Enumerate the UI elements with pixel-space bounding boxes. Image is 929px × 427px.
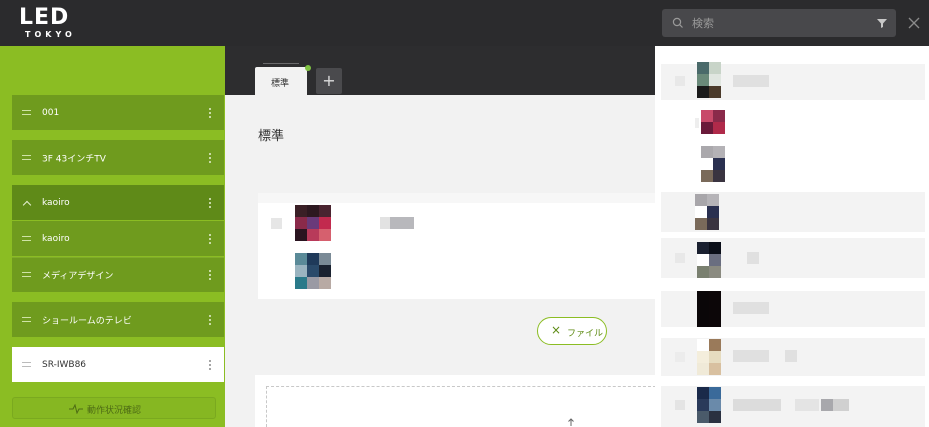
- sidebar: 001 3F 43インチTV kaoiro kaoiro メディアデザイン ショ…: [0, 46, 225, 427]
- add-tab-button[interactable]: +: [316, 68, 342, 94]
- sidebar-item-label: kaoiro: [42, 233, 70, 244]
- item-checkbox[interactable]: [695, 118, 699, 128]
- blurred-text: [390, 217, 414, 229]
- more-options-icon[interactable]: [209, 233, 212, 245]
- sidebar-item-label: 001: [42, 107, 60, 118]
- more-options-icon[interactable]: [209, 359, 212, 371]
- sidebar-item-kaoiro[interactable]: kaoiro: [12, 221, 224, 256]
- item-thumbnail: [697, 62, 721, 98]
- blurred-text: [733, 75, 769, 87]
- sidebar-item-label: メディアデザイン: [42, 271, 114, 282]
- sidebar-item-001[interactable]: 001: [12, 95, 224, 130]
- blurred-text: [733, 350, 769, 362]
- list-item[interactable]: [661, 386, 925, 427]
- logo-text-led: LED: [19, 5, 70, 30]
- upload-drop-zone[interactable]: [266, 386, 656, 427]
- close-icon[interactable]: [905, 14, 923, 32]
- tab-bar: 標準 +: [225, 46, 655, 95]
- file-button-label: ファイル: [567, 329, 604, 339]
- list-item[interactable]: [661, 192, 925, 232]
- blurred-text: [380, 217, 390, 229]
- blurred-text: [795, 399, 819, 411]
- tab-standard[interactable]: 標準: [255, 67, 307, 95]
- item-thumbnail: [697, 291, 721, 327]
- item-thumbnail: [701, 146, 725, 182]
- list-item[interactable]: [661, 62, 925, 100]
- list-item[interactable]: [661, 238, 925, 278]
- item-checkbox[interactable]: [675, 253, 685, 263]
- row-checkbox[interactable]: [271, 218, 282, 229]
- item-thumbnail: [697, 339, 721, 375]
- search-icon: [672, 17, 683, 28]
- more-options-icon[interactable]: [209, 152, 212, 164]
- more-options-icon[interactable]: [209, 197, 212, 209]
- sidebar-item-showroom-tv[interactable]: ショールームのテレビ: [12, 302, 224, 337]
- list-item[interactable]: [661, 291, 925, 327]
- blurred-text: [785, 350, 797, 362]
- tab-status-dot: [305, 65, 311, 71]
- blurred-text: [733, 399, 781, 411]
- page-title: 標準: [258, 129, 285, 144]
- drag-handle-icon[interactable]: [22, 109, 31, 115]
- logo-text-tokyo: TOKYO: [25, 30, 76, 39]
- led-tokyo-logo[interactable]: LED TOKYO: [18, 6, 78, 40]
- list-item[interactable]: [661, 104, 925, 142]
- sidebar-item-media-design[interactable]: メディアデザイン: [12, 257, 224, 292]
- main-content: 標準 × ファイル: [225, 95, 658, 427]
- item-thumbnail: [697, 387, 721, 423]
- sidebar-item-label: kaoiro: [42, 197, 70, 208]
- item-checkbox[interactable]: [675, 352, 685, 362]
- content-thumbnail[interactable]: [295, 205, 331, 241]
- item-thumbnail: [701, 110, 725, 146]
- sidebar-item-sr-iwb86[interactable]: SR-IWB86: [12, 347, 224, 382]
- item-thumbnail: [695, 194, 719, 230]
- list-item[interactable]: [661, 144, 925, 184]
- upload-arrow-icon: [568, 418, 574, 426]
- close-icon: ×: [551, 323, 562, 337]
- tab-label: 標準: [271, 79, 290, 89]
- drag-handle-icon[interactable]: [22, 316, 31, 322]
- status-check-label: 動作状況確認: [87, 406, 142, 416]
- filter-icon[interactable]: [876, 17, 888, 29]
- blurred-text: [833, 399, 849, 411]
- search-box: [662, 9, 896, 37]
- search-results-panel: [655, 46, 929, 427]
- more-options-icon[interactable]: [209, 107, 212, 119]
- list-item[interactable]: [661, 338, 925, 376]
- blurred-text: [733, 302, 769, 314]
- item-checkbox[interactable]: [675, 76, 685, 86]
- more-options-icon[interactable]: [209, 314, 212, 326]
- tab-indicator-line: [263, 63, 299, 64]
- blurred-text: [747, 252, 759, 264]
- more-options-icon[interactable]: [209, 270, 212, 281]
- file-button[interactable]: × ファイル: [537, 317, 607, 345]
- drag-handle-icon[interactable]: [22, 235, 31, 241]
- sidebar-group-kaoiro[interactable]: kaoiro: [12, 185, 224, 220]
- drag-handle-icon[interactable]: [22, 154, 31, 160]
- content-thumbnail[interactable]: [295, 253, 331, 289]
- item-checkbox[interactable]: [675, 400, 685, 410]
- card-header-strip: [258, 193, 658, 203]
- chevron-up-icon[interactable]: [22, 200, 32, 209]
- status-check-button[interactable]: 動作状況確認: [12, 397, 216, 419]
- sidebar-item-label: 3F 43インチTV: [42, 154, 106, 164]
- sidebar-item-label: SR-IWB86: [42, 359, 87, 370]
- activity-icon: [69, 404, 83, 414]
- drag-handle-icon[interactable]: [22, 361, 31, 367]
- search-input[interactable]: [692, 14, 862, 32]
- drag-handle-icon[interactable]: [22, 272, 31, 277]
- item-thumbnail: [697, 242, 721, 278]
- sidebar-item-label: ショールームのテレビ: [42, 316, 132, 326]
- top-bar: LED TOKYO: [0, 0, 929, 46]
- sidebar-item-3f-tv[interactable]: 3F 43インチTV: [12, 140, 224, 175]
- blurred-text: [821, 399, 833, 411]
